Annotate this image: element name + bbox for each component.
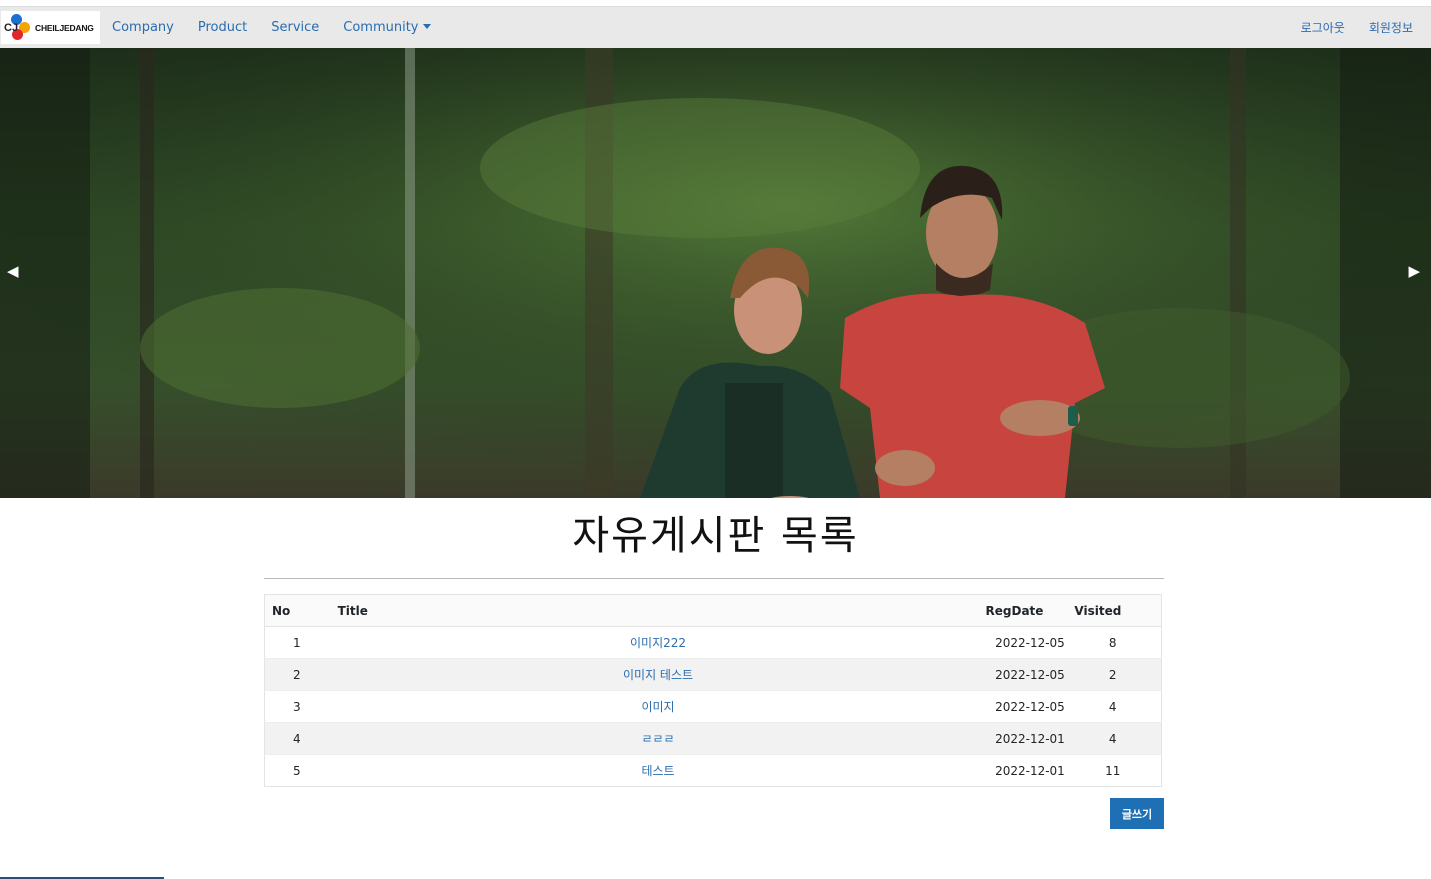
row-no: 1 (264, 626, 331, 659)
row-visited: 11 (1074, 754, 1162, 787)
post-title-link[interactable]: 이미지 (641, 700, 674, 714)
row-no: 5 (264, 754, 331, 787)
post-title-link[interactable]: 이미지 테스트 (623, 668, 693, 682)
user-menu: 로그아웃 회원정보 (1277, 19, 1413, 36)
table-row: 1 이미지222 2022-12-05 8 (264, 626, 1162, 659)
nav-service[interactable]: Service (271, 20, 319, 35)
navbar: CJ CHEILJEDANG Company Product Service C… (0, 7, 1431, 48)
carousel-prev-arrow[interactable]: ◀ (7, 262, 19, 280)
row-no: 2 (264, 658, 331, 691)
row-regdate: 2022-12-05 (985, 690, 1075, 723)
carousel-image (0, 48, 1431, 498)
row-no: 3 (264, 690, 331, 723)
table-row: 3 이미지 2022-12-05 4 (264, 690, 1162, 723)
table-row: 5 테스트 2022-12-01 11 (264, 754, 1162, 787)
hero-carousel: ◀ ▶ (0, 48, 1431, 498)
row-title-cell: 테스트 (330, 754, 986, 787)
row-visited: 8 (1074, 626, 1162, 659)
main-menu: Company Product Service Community (112, 20, 455, 35)
col-visited-header: Visited (1074, 594, 1162, 627)
row-visited: 4 (1074, 722, 1162, 755)
row-title-cell: 이미지 테스트 (330, 658, 986, 691)
write-post-button[interactable]: 글쓰기 (1110, 798, 1164, 829)
row-regdate: 2022-12-05 (985, 658, 1075, 691)
table-header-row: No Title RegDate Visited (264, 594, 1162, 627)
row-visited: 4 (1074, 690, 1162, 723)
board-table: No Title RegDate Visited 1 이미지222 2022-1… (264, 594, 1162, 787)
logout-link[interactable]: 로그아웃 (1301, 19, 1345, 36)
carousel-next-arrow[interactable]: ▶ (1408, 262, 1420, 280)
top-border (0, 0, 1431, 7)
row-regdate: 2022-12-05 (985, 626, 1075, 659)
nav-product[interactable]: Product (198, 20, 247, 35)
title-divider (264, 578, 1164, 579)
member-info-link[interactable]: 회원정보 (1369, 19, 1413, 36)
cj-logo[interactable]: CJ CHEILJEDANG (1, 11, 100, 44)
table-row: 4 ㄹㄹㄹ 2022-12-01 4 (264, 722, 1162, 755)
row-title-cell: 이미지222 (330, 626, 986, 659)
col-regdate-header: RegDate (985, 594, 1075, 627)
nav-company[interactable]: Company (112, 20, 174, 35)
nav-community-label: Community (343, 20, 419, 35)
row-regdate: 2022-12-01 (985, 754, 1075, 787)
row-no: 4 (264, 722, 331, 755)
table-row: 2 이미지 테스트 2022-12-05 2 (264, 658, 1162, 691)
post-title-link[interactable]: ㄹㄹㄹ (641, 732, 674, 746)
row-regdate: 2022-12-01 (985, 722, 1075, 755)
page-title: 자유게시판 목록 (572, 513, 859, 559)
caret-down-icon (422, 24, 431, 29)
post-title-link[interactable]: 테스트 (641, 764, 674, 778)
logo-cj-text: CJ (4, 21, 19, 34)
logo-mark: CJ (3, 13, 33, 43)
post-title-link[interactable]: 이미지222 (630, 636, 686, 650)
row-visited: 2 (1074, 658, 1162, 691)
col-title-header: Title (330, 594, 986, 627)
logo-text: CHEILJEDANG (35, 22, 94, 33)
row-title-cell: ㄹㄹㄹ (330, 722, 986, 755)
row-title-cell: 이미지 (330, 690, 986, 723)
col-no-header: No (264, 594, 331, 627)
nav-community-dropdown[interactable]: Community (343, 20, 431, 35)
